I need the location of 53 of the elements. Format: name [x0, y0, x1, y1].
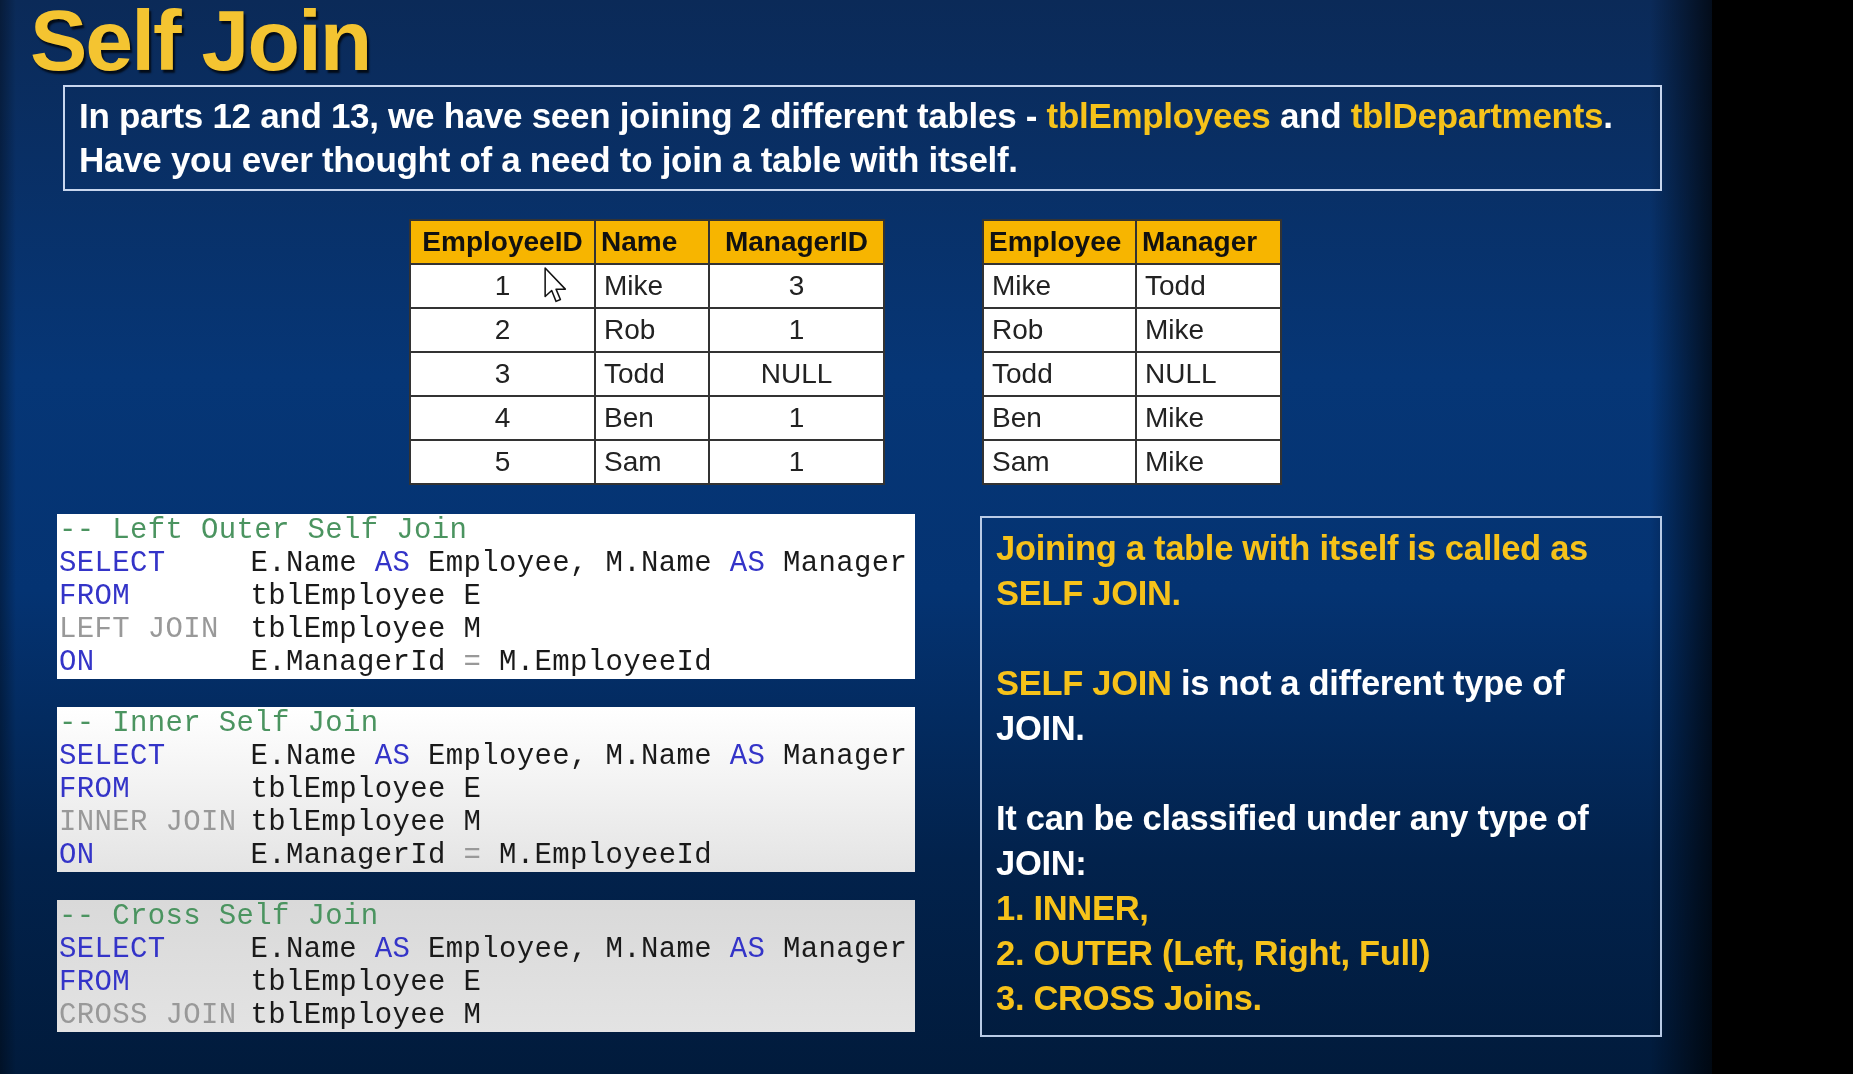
- table-cell: Mike: [1136, 396, 1281, 440]
- table-cell: 1: [709, 308, 884, 352]
- code-line: SELECT E.Name AS Employee, M.Name AS Manager: [59, 740, 908, 773]
- code-comment: -- Left Outer Self Join: [59, 514, 468, 547]
- table-cell: 1: [709, 440, 884, 484]
- table-cell: 5: [410, 440, 595, 484]
- intro-text: Have you ever thought of a need to join a table with itself.: [79, 139, 1018, 181]
- table-cell: Rob: [595, 308, 709, 352]
- code-line: FROM tblEmployee E: [59, 580, 482, 613]
- table-cell: Mike: [1136, 440, 1281, 484]
- column-header: Name: [595, 220, 709, 264]
- table-cell: 3: [709, 264, 884, 308]
- table-cell: NULL: [1136, 352, 1281, 396]
- table-cell: Rob: [983, 308, 1136, 352]
- table-cell: 3: [410, 352, 595, 396]
- table-cell: Sam: [983, 440, 1136, 484]
- column-header: Employee: [983, 220, 1136, 264]
- code-line: LEFT JOIN tblEmployee M: [59, 613, 482, 646]
- column-header: Manager: [1136, 220, 1281, 264]
- table-cell: Todd: [1136, 264, 1281, 308]
- list-item: 3. CROSS Joins.: [996, 978, 1262, 1019]
- code-line: FROM tblEmployee E: [59, 966, 482, 999]
- table-cell: 4: [410, 396, 595, 440]
- table-cell: Mike: [983, 264, 1136, 308]
- code-line: SELECT E.Name AS Employee, M.Name AS Manager: [59, 933, 908, 966]
- list-item: 1. INNER,: [996, 888, 1149, 929]
- code-comment: -- Cross Self Join: [59, 900, 379, 933]
- code-line: SELECT E.Name AS Employee, M.Name AS Manager: [59, 547, 908, 580]
- table-cell: Ben: [983, 396, 1136, 440]
- code-line: ON E.ManagerId = M.EmployeeId: [59, 839, 712, 872]
- table-cell: Todd: [983, 352, 1136, 396]
- code-line: CROSS JOIN tblEmployee M: [59, 999, 482, 1032]
- note-text: Joining a table with itself is called as SELF JOIN.: [996, 528, 1589, 614]
- mouse-pointer-icon: [544, 267, 567, 303]
- column-header: ManagerID: [709, 220, 884, 264]
- table-cell: Todd: [595, 352, 709, 396]
- code-line: FROM tblEmployee E: [59, 773, 482, 806]
- table-cell: Mike: [1136, 308, 1281, 352]
- list-item: 2. OUTER (Left, Right, Full): [996, 933, 1431, 974]
- column-header: EmployeeID: [410, 220, 595, 264]
- table-cell: Ben: [595, 396, 709, 440]
- code-line: INNER JOIN tblEmployee M: [59, 806, 482, 839]
- intro-text: In parts 12 and 13, we have seen joining 2 different tables - tblEmployees and tblDepartments.: [79, 95, 1613, 137]
- code-comment: -- Inner Self Join: [59, 707, 379, 740]
- note-text: It can be classified under any type of JOIN:: [996, 798, 1590, 884]
- table-cell: 2: [410, 308, 595, 352]
- table-cell: 1: [709, 396, 884, 440]
- note-text: SELF JOIN is not a different type of JOIN.: [996, 663, 1566, 749]
- table-cell: NULL: [709, 352, 884, 396]
- slide-title: Self Join: [30, 0, 371, 80]
- table-cell: Sam: [595, 440, 709, 484]
- table-cell: Mike: [595, 264, 709, 308]
- code-line: ON E.ManagerId = M.EmployeeId: [59, 646, 712, 679]
